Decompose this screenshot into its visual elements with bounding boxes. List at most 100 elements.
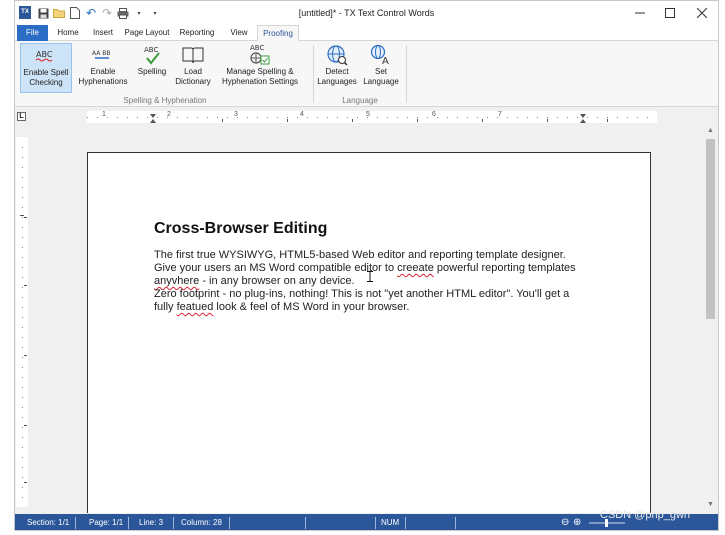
spelling-settings-icon: ABC <box>217 43 303 67</box>
status-separator <box>375 517 376 529</box>
document-line[interactable]: Give your users an MS Word compatible ed… <box>154 262 576 275</box>
scroll-down-icon[interactable]: ▼ <box>703 501 718 513</box>
status-separator <box>455 517 456 529</box>
button-label: Enable <box>90 67 116 76</box>
group-separator <box>313 45 314 103</box>
svg-text:AA BB: AA BB <box>92 50 111 57</box>
status-page: Page: 1/1 <box>89 518 124 527</box>
status-separator <box>229 517 230 529</box>
document-line[interactable]: Zero footprint - no plug-ins, nothing! T… <box>154 288 576 301</box>
line-segment: look & feel of MS Word in your browser. <box>213 301 410 313</box>
tab-page-layout[interactable]: Page Layout <box>122 25 172 41</box>
enable-spell-checking-button[interactable]: ABC Enable Spell Checking <box>20 43 72 93</box>
ruler-ticks <box>87 114 648 123</box>
scrollbar-thumb[interactable] <box>706 139 715 319</box>
maximize-button[interactable] <box>655 3 685 23</box>
status-column: Column: 28 <box>181 518 222 527</box>
ruler-number: 7 <box>498 111 502 118</box>
detect-languages-button[interactable]: Detect Languages <box>317 43 357 93</box>
ruler-number: 5 <box>366 111 370 118</box>
hyphenation-icon: AA BB <box>74 43 132 67</box>
misspelled-word[interactable]: anyvhere <box>154 275 199 287</box>
tab-insert[interactable]: Insert <box>89 25 117 41</box>
button-label: Set <box>374 67 387 76</box>
document-body[interactable]: The first true WYSIWYG, HTML5-based Web … <box>154 249 576 314</box>
status-separator <box>75 517 76 529</box>
button-label: Manage Spelling & <box>226 67 294 76</box>
document-line[interactable]: The first true WYSIWYG, HTML5-based Web … <box>154 249 576 262</box>
vertical-scrollbar[interactable]: ▲ ▼ <box>703 127 718 513</box>
document-line[interactable]: fully featued look & feel of MS Word in … <box>154 301 576 314</box>
tab-view[interactable]: View <box>225 25 253 41</box>
misspelled-word[interactable]: featued <box>177 301 214 313</box>
ruler-number: 3 <box>234 111 238 118</box>
ribbon-panel: ABC Enable Spell Checking AA BB Enable H… <box>15 41 718 107</box>
set-language-icon: A <box>360 43 402 67</box>
button-label: Checking <box>29 78 63 87</box>
set-language-button[interactable]: A Set Language <box>360 43 402 93</box>
spelling-button[interactable]: ABC Spelling <box>134 43 170 93</box>
line-segment: fully <box>154 301 177 313</box>
document-workspace[interactable]: Cross-Browser Editing The first true WYS… <box>29 127 705 513</box>
line-segment: Give your users an MS Word compatible ed… <box>154 262 398 274</box>
tab-file[interactable]: File <box>17 25 48 41</box>
group-separator <box>406 45 407 103</box>
status-separator <box>405 517 406 529</box>
group-label-spelling-hyphenation: Spelling & Hyphenation <box>123 96 207 105</box>
svg-text:ABC: ABC <box>250 44 264 52</box>
button-label: Languages <box>317 77 357 86</box>
enable-hyphenations-button[interactable]: AA BB Enable Hyphenations <box>74 43 132 93</box>
ruler-ticks <box>20 147 27 498</box>
window-title: [untitled]* - TX Text Control Words <box>298 8 435 18</box>
status-line: Line: 3 <box>139 518 164 527</box>
tab-reporting[interactable]: Reporting <box>177 25 217 41</box>
status-num-lock: NUM <box>381 518 400 527</box>
ruler-number: 1 <box>102 111 106 118</box>
status-separator <box>128 517 129 529</box>
svg-text:A: A <box>382 56 389 66</box>
ruler-number: 2 <box>167 111 171 118</box>
ruler-number: 4 <box>300 111 304 118</box>
load-dictionary-button[interactable]: Load Dictionary <box>173 43 213 93</box>
tab-stop-selector[interactable]: L <box>17 112 26 121</box>
document-heading[interactable]: Cross-Browser Editing <box>154 220 327 238</box>
title-bar: TX ↶ ↷ ▾ ▾ [untitled]* - TX Text Control… <box>15 1 718 25</box>
horizontal-ruler[interactable]: 1 2 3 4 5 6 7 <box>87 111 657 123</box>
document-page[interactable]: Cross-Browser Editing The first true WYS… <box>87 152 651 513</box>
ruler-number: 6 <box>432 111 436 118</box>
tab-home[interactable]: Home <box>53 25 83 41</box>
minimize-button[interactable] <box>625 3 655 23</box>
manage-spelling-settings-button[interactable]: ABC Manage Spelling & Hyphenation Settin… <box>217 43 303 93</box>
zoom-out-icon[interactable]: ⊖ <box>561 514 569 530</box>
status-section: Section: 1/1 <box>27 518 70 527</box>
misspelled-word[interactable]: creeate <box>397 262 434 274</box>
button-label: Hyphenations <box>78 77 128 86</box>
line-segment: powerful reporting templates <box>433 262 576 274</box>
close-button[interactable] <box>687 3 717 23</box>
button-label: Spelling <box>137 67 167 76</box>
button-label: Load <box>184 67 202 76</box>
zoom-in-icon[interactable]: ⊕ <box>573 514 581 530</box>
dictionary-icon <box>173 43 213 67</box>
application-window: TX ↶ ↷ ▾ ▾ [untitled]* - TX Text Control… <box>14 0 719 531</box>
button-label: Language <box>363 77 399 86</box>
detect-language-icon <box>317 43 357 67</box>
button-label: Detect <box>325 67 349 76</box>
document-line[interactable]: anyvhere - in any browser on any device. <box>154 275 576 288</box>
svg-text:ABC: ABC <box>36 50 53 59</box>
ribbon-tabs: File Home Insert Page Layout Reporting V… <box>15 25 718 41</box>
watermark-text: CSDN @php_gwn <box>600 509 691 521</box>
scroll-up-icon[interactable]: ▲ <box>703 127 718 139</box>
group-label-language: Language <box>342 96 378 105</box>
text-cursor-icon <box>367 271 373 282</box>
spelling-icon: ABC <box>134 43 170 67</box>
button-label: Dictionary <box>175 77 211 86</box>
spell-check-icon: ABC <box>21 44 71 68</box>
tab-proofing[interactable]: Proofing <box>257 25 299 41</box>
status-separator <box>305 517 306 529</box>
vertical-ruler[interactable] <box>16 137 28 507</box>
button-label: Enable Spell <box>23 68 69 77</box>
button-label: Hyphenation Settings <box>221 77 299 86</box>
line-segment: - in any browser on any device. <box>199 275 355 287</box>
svg-text:ABC: ABC <box>144 46 158 54</box>
